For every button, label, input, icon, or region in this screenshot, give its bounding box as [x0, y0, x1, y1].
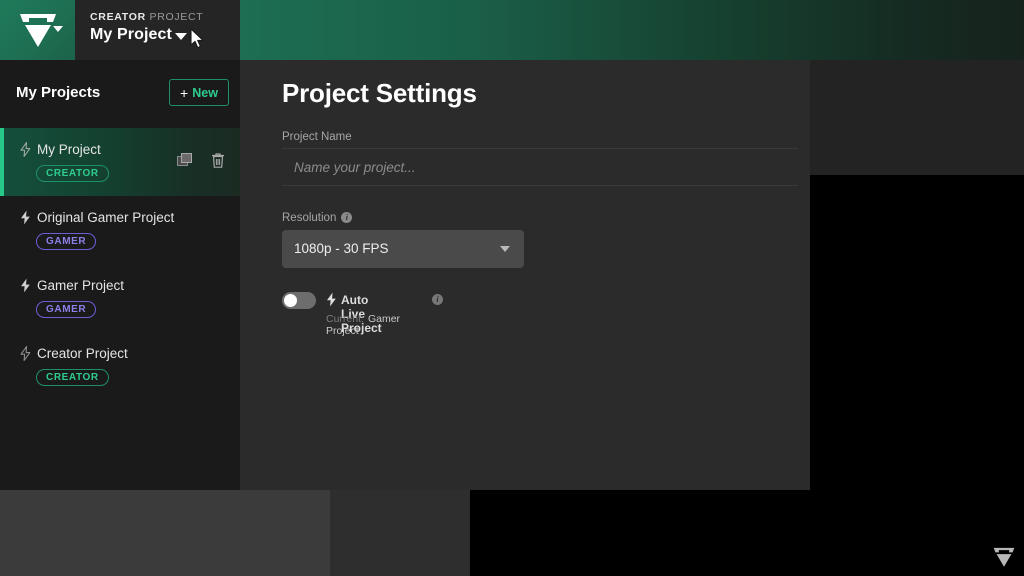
bolt-outline-icon [20, 346, 31, 361]
plus-icon: + [180, 84, 189, 101]
project-eyebrow-strong: CREATOR [90, 11, 146, 23]
resolution-select[interactable]: 1080p - 30 FPS [282, 230, 524, 268]
project-list-item-creator-project[interactable]: Creator Project CREATOR [0, 332, 240, 400]
sidebar-title: My Projects [16, 84, 101, 101]
settings-panel: Project Settings Project Name Resolution… [240, 60, 810, 490]
project-name: Gamer Project [37, 278, 125, 293]
auto-live-current-key: Current: [326, 313, 364, 325]
app-root: CREATOR PROJECT My Project My Projects +… [0, 0, 1024, 576]
bolt-outline-icon [20, 142, 31, 157]
project-badge: GAMER [36, 301, 97, 318]
bolt-filled-icon [21, 210, 30, 225]
info-icon[interactable]: i [341, 212, 353, 224]
chevron-down-icon [500, 246, 510, 252]
background-right-strip [810, 60, 1024, 175]
project-eyebrow: CREATOR PROJECT [90, 11, 203, 23]
project-eyebrow-rest: PROJECT [149, 11, 204, 23]
project-title: My Project [90, 26, 172, 43]
new-project-button[interactable]: + New [169, 79, 229, 106]
watermark-logo-icon [993, 547, 1015, 567]
logo-chevron-down-icon[interactable] [53, 26, 63, 32]
project-list-item-original-gamer-project[interactable]: Original Gamer Project GAMER [0, 196, 240, 264]
project-badge: GAMER [36, 233, 97, 250]
project-name-input[interactable] [282, 148, 798, 186]
sidebar-header: My Projects + New [0, 60, 240, 128]
resolution-label: Resolution i [282, 212, 353, 224]
bolt-filled-icon [327, 292, 336, 307]
info-icon[interactable]: i [432, 294, 443, 305]
copy-icon[interactable] [177, 152, 194, 169]
page-title: Project Settings [282, 78, 477, 108]
project-list: My Project CREATOR Original Gamer Projec… [0, 128, 240, 400]
sidebar: My Projects + New My Project CREATOR Ori… [0, 60, 240, 490]
project-row-actions [177, 152, 226, 169]
toggle-knob [284, 294, 297, 307]
trash-icon[interactable] [210, 152, 226, 169]
top-bar: CREATOR PROJECT My Project [0, 0, 1024, 60]
project-badge: CREATOR [36, 165, 109, 182]
resolution-value: 1080p - 30 FPS [294, 241, 389, 256]
project-list-item-gamer-project[interactable]: Gamer Project GAMER [0, 264, 240, 332]
resolution-label-text: Resolution [282, 212, 337, 224]
auto-live-project-toggle[interactable] [282, 292, 316, 309]
project-list-item-my-project[interactable]: My Project CREATOR [0, 128, 240, 196]
background-footer-block-left [0, 490, 330, 576]
new-project-label: New [192, 85, 218, 100]
bolt-filled-icon [21, 278, 30, 293]
brand-logo-button[interactable] [0, 0, 75, 60]
project-badge: CREATOR [36, 369, 109, 386]
background-right-black [810, 175, 1024, 576]
project-name-label: Project Name [282, 131, 352, 143]
project-name: My Project [37, 142, 101, 157]
auto-live-current: Current: Gamer Project [326, 313, 400, 337]
project-chevron-down-icon[interactable] [175, 33, 187, 40]
background-footer-block-mid [330, 490, 470, 576]
mouse-cursor [190, 28, 204, 49]
top-bar-green-banner [240, 0, 1024, 60]
project-name: Creator Project [37, 346, 128, 361]
project-name: Original Gamer Project [37, 210, 175, 225]
